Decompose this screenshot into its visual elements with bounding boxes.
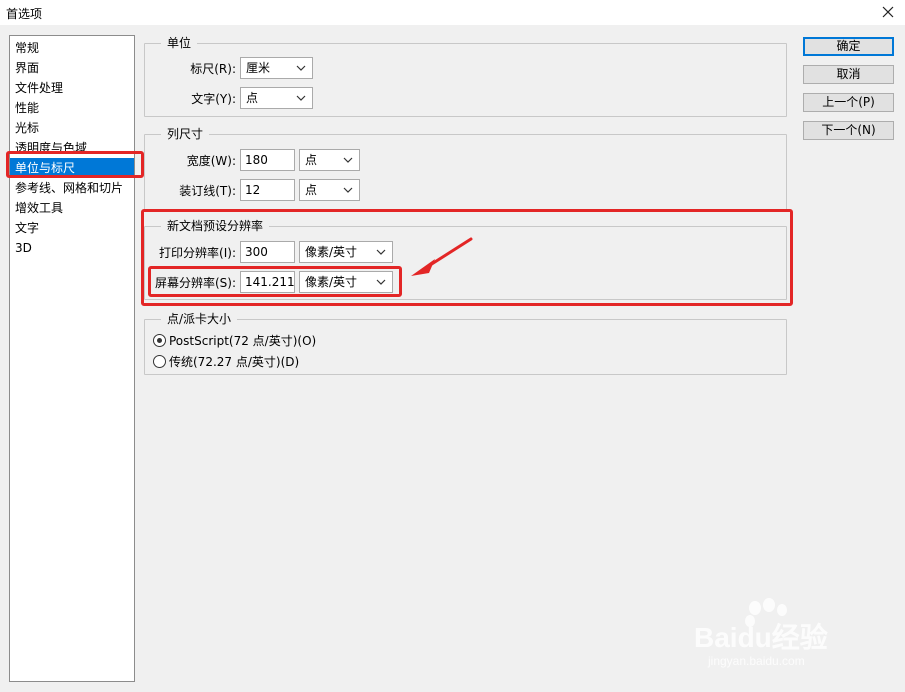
screen-resolution-highlight-box — [148, 266, 402, 297]
sidebar-item-guides-grid[interactable]: 参考线、网格和切片 — [10, 178, 134, 198]
arrow-annotation-icon — [411, 237, 473, 276]
gutter-label: 装订线(T): — [179, 183, 236, 198]
traditional-option[interactable]: 传统(72.27 点/英寸)(D) — [153, 351, 299, 371]
type-unit-value: 点 — [246, 91, 259, 105]
cancel-button[interactable]: 取消 — [803, 65, 894, 84]
rulers-unit-select[interactable]: 厘米 — [240, 57, 313, 79]
sidebar-item-cursors[interactable]: 光标 — [10, 118, 134, 138]
rulers-label: 标尺(R): — [190, 61, 236, 76]
width-label: 宽度(W): — [186, 153, 236, 168]
column-size-legend: 列尺寸 — [161, 126, 210, 142]
type-unit-select[interactable]: 点 — [240, 87, 313, 109]
gutter-unit-select[interactable]: 点 — [299, 179, 360, 201]
sidebar-item-plugins[interactable]: 增效工具 — [10, 198, 134, 218]
chevron-down-icon — [296, 65, 306, 71]
chevron-down-icon — [296, 95, 306, 101]
rulers-unit-value: 厘米 — [246, 61, 271, 75]
width-row: 宽度(W): 180 点 — [144, 149, 360, 171]
units-legend: 单位 — [161, 35, 198, 51]
postscript-radio[interactable] — [153, 333, 166, 347]
prev-button[interactable]: 上一个(P) — [803, 93, 894, 112]
close-icon[interactable] — [877, 2, 899, 22]
postscript-option[interactable]: PostScript(72 点/英寸)(O) — [153, 330, 316, 350]
point-size-legend: 点/派卡大小 — [161, 311, 238, 327]
baidu-watermark: Baidu经验 jingyan.baidu.com — [690, 592, 860, 672]
rulers-row: 标尺(R): 厘米 — [144, 57, 313, 79]
sidebar-item-file-handling[interactable]: 文件处理 — [10, 78, 134, 98]
title-bar: 首选项 — [0, 0, 905, 25]
chevron-down-icon — [343, 187, 353, 193]
sidebar-item-type[interactable]: 文字 — [10, 218, 134, 238]
sidebar-item-performance[interactable]: 性能 — [10, 98, 134, 118]
traditional-label: 传统(72.27 点/英寸)(D) — [169, 354, 300, 369]
width-input[interactable]: 180 — [240, 149, 295, 171]
sidebar-item-general[interactable]: 常规 — [10, 38, 134, 58]
type-label: 文字(Y): — [191, 91, 236, 106]
category-list[interactable]: 常规 界面 文件处理 性能 光标 透明度与色域 单位与标尺 参考线、网格和切片 … — [9, 35, 135, 682]
sidebar-item-3d[interactable]: 3D — [10, 238, 134, 258]
gutter-input[interactable]: 12 — [240, 179, 295, 201]
window-title: 首选项 — [6, 7, 43, 21]
sidebar-highlight-box — [6, 151, 144, 178]
next-button[interactable]: 下一个(N) — [803, 121, 894, 140]
gutter-unit-value: 点 — [305, 183, 318, 197]
postscript-label: PostScript(72 点/英寸)(O) — [169, 333, 317, 348]
sidebar-item-interface[interactable]: 界面 — [10, 58, 134, 78]
gutter-row: 装订线(T): 12 点 — [144, 179, 360, 201]
watermark-brand: Baidu经验 — [694, 622, 828, 653]
width-unit-value: 点 — [305, 153, 318, 167]
width-unit-select[interactable]: 点 — [299, 149, 360, 171]
chevron-down-icon — [343, 157, 353, 163]
traditional-radio[interactable] — [153, 354, 166, 368]
ok-button[interactable]: 确定 — [803, 37, 894, 56]
watermark-url: jingyan.baidu.com — [708, 654, 805, 668]
type-row: 文字(Y): 点 — [144, 87, 313, 109]
